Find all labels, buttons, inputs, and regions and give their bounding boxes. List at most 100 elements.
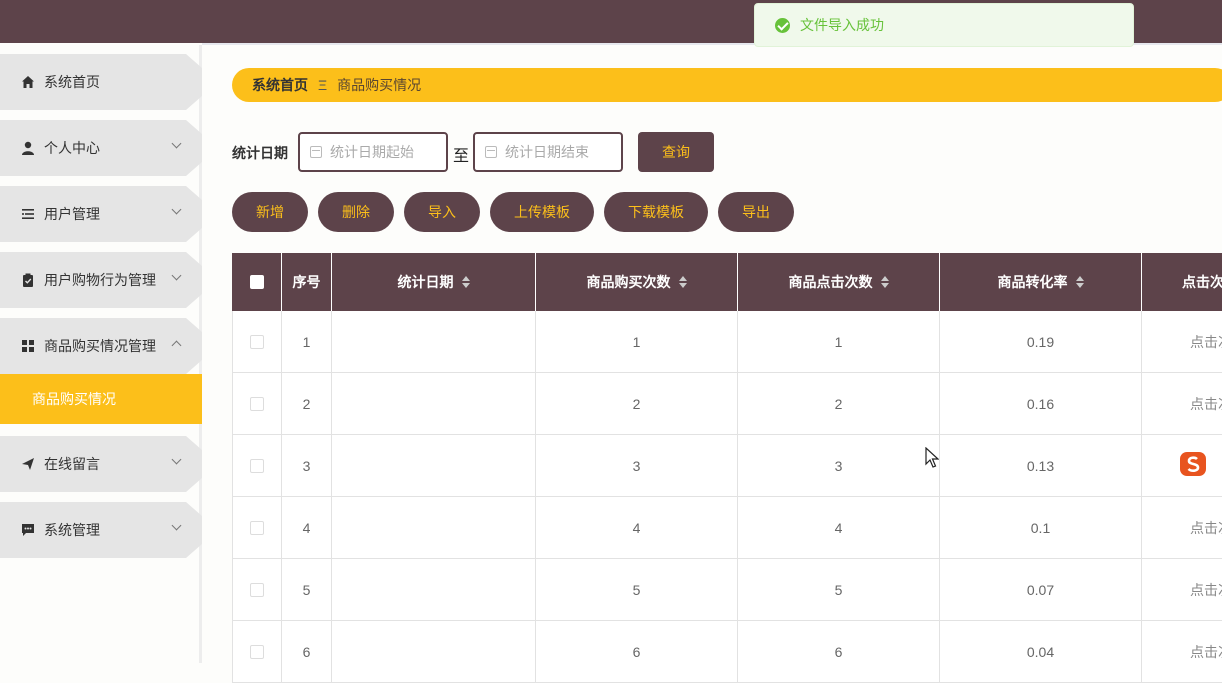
cell-index: 1 <box>282 311 332 373</box>
range-separator: 至 <box>453 148 470 165</box>
sidebar-item-home[interactable]: 系统首页 <box>0 54 202 110</box>
sogou-ime-icon[interactable] <box>1179 449 1209 479</box>
col-action-label: 点击次 <box>1182 274 1222 290</box>
cell-action: 点击次 <box>1142 621 1222 683</box>
cell-rate: 0.13 <box>940 435 1142 497</box>
table-row: 5 5 5 0.07 点击次 <box>232 559 1222 621</box>
col-index: 序号 <box>282 253 332 311</box>
col-action: 点击次 <box>1142 253 1222 311</box>
cell-rate: 0.07 <box>940 559 1142 621</box>
sidebar-subitem-purchase[interactable]: 商品购买情况 <box>0 374 202 424</box>
breadcrumb: 系统首页 Ξ 商品购买情况 <box>232 68 1222 102</box>
sidebar-item-messages[interactable]: 在线留言 <box>0 436 202 492</box>
row-checkbox[interactable] <box>250 397 264 411</box>
cell-buy: 2 <box>536 373 738 435</box>
row-checkbox[interactable] <box>250 583 264 597</box>
breadcrumb-home[interactable]: 系统首页 <box>252 75 308 95</box>
row-checkbox[interactable] <box>250 521 264 535</box>
row-checkbox[interactable] <box>250 335 264 349</box>
col-rate-label: 商品转化率 <box>997 274 1068 290</box>
row-checkbox[interactable] <box>250 459 264 473</box>
sort-icon[interactable] <box>678 276 687 288</box>
start-date-placeholder: 统计日期起始 <box>330 144 414 160</box>
col-buy[interactable]: 商品购买次数 <box>536 253 738 311</box>
sidebar-item-label: 在线留言 <box>44 456 100 472</box>
corner-decoration <box>194 484 202 492</box>
row-select-cell <box>232 435 282 497</box>
chevron-up-icon <box>171 340 182 351</box>
query-button[interactable]: 查询 <box>638 132 714 172</box>
sort-icon[interactable] <box>1075 276 1084 288</box>
cell-index: 4 <box>282 497 332 559</box>
grid-icon <box>20 338 36 354</box>
sidebar-item-label: 用户购物行为管理 <box>44 272 156 288</box>
corner-decoration <box>194 550 202 558</box>
corner-decoration <box>194 300 202 308</box>
sidebar-item-label: 系统首页 <box>44 74 100 90</box>
upload-template-button[interactable]: 上传模板 <box>490 192 594 232</box>
sidebar: 系统首页 个人中心 用户管理 用户购物行为管理 商品购买情况管理 商品购买情况 <box>0 45 202 663</box>
sort-icon[interactable] <box>880 276 889 288</box>
action-link[interactable]: 点击次 <box>1190 580 1222 600</box>
home-icon <box>20 74 36 90</box>
message-icon <box>20 522 36 538</box>
corner-decoration <box>194 102 202 110</box>
cell-index: 2 <box>282 373 332 435</box>
sidebar-item-profile[interactable]: 个人中心 <box>0 120 202 176</box>
cell-rate: 0.19 <box>940 311 1142 373</box>
start-date-input[interactable]: 统计日期起始 <box>298 132 448 172</box>
sidebar-item-users[interactable]: 用户管理 <box>0 186 202 242</box>
cell-rate: 0.16 <box>940 373 1142 435</box>
cell-buy: 1 <box>536 311 738 373</box>
corner-decoration <box>194 168 202 176</box>
table-row: 6 6 6 0.04 点击次 <box>232 621 1222 683</box>
cell-buy: 6 <box>536 621 738 683</box>
sidebar-item-system[interactable]: 系统管理 <box>0 502 202 558</box>
clipboard-icon <box>20 272 36 288</box>
add-button[interactable]: 新增 <box>232 192 308 232</box>
chevron-down-icon <box>171 138 182 149</box>
cell-buy: 5 <box>536 559 738 621</box>
cell-click: 4 <box>738 497 940 559</box>
action-link[interactable]: 点击次 <box>1190 394 1222 414</box>
sort-icon[interactable] <box>461 276 470 288</box>
cell-rate: 0.1 <box>940 497 1142 559</box>
breadcrumb-current: 商品购买情况 <box>337 77 422 93</box>
cell-click: 6 <box>738 621 940 683</box>
table-row: 4 4 4 0.1 点击次 <box>232 497 1222 559</box>
date-filter-label: 统计日期 <box>232 145 288 161</box>
table-row: 1 1 1 0.19 点击次 <box>232 311 1222 373</box>
col-rate[interactable]: 商品转化率 <box>940 253 1142 311</box>
action-link[interactable]: 点击次 <box>1190 518 1222 538</box>
cell-index: 6 <box>282 621 332 683</box>
row-select-cell <box>232 373 282 435</box>
col-click-label: 商品点击次数 <box>788 274 873 290</box>
sidebar-item-purchase-management[interactable]: 商品购买情况管理 <box>0 318 202 374</box>
col-date[interactable]: 统计日期 <box>332 253 536 311</box>
cell-date <box>332 621 536 683</box>
cell-date <box>332 435 536 497</box>
user-icon <box>20 140 36 156</box>
cell-click: 3 <box>738 435 940 497</box>
cell-click: 2 <box>738 373 940 435</box>
download-template-button[interactable]: 下载模板 <box>604 192 708 232</box>
row-select-cell <box>232 311 282 373</box>
import-button[interactable]: 导入 <box>404 192 480 232</box>
col-click[interactable]: 商品点击次数 <box>738 253 940 311</box>
cell-date <box>332 497 536 559</box>
export-button[interactable]: 导出 <box>718 192 794 232</box>
end-date-input[interactable]: 统计日期结束 <box>473 132 623 172</box>
sidebar-item-shopping-behavior[interactable]: 用户购物行为管理 <box>0 252 202 308</box>
cell-action: 点击次 <box>1142 373 1222 435</box>
action-link[interactable]: 点击次 <box>1190 332 1222 352</box>
chevron-down-icon <box>171 270 182 281</box>
sidebar-item-label: 系统管理 <box>44 522 100 538</box>
row-checkbox[interactable] <box>250 645 264 659</box>
cell-buy: 3 <box>536 435 738 497</box>
delete-button[interactable]: 删除 <box>318 192 394 232</box>
success-toast: 文件导入成功 <box>754 3 1134 47</box>
action-link[interactable]: 点击次 <box>1190 642 1222 662</box>
cell-action: 点击次 <box>1142 497 1222 559</box>
col-date-label: 统计日期 <box>397 274 454 290</box>
select-all-checkbox[interactable] <box>249 275 264 289</box>
